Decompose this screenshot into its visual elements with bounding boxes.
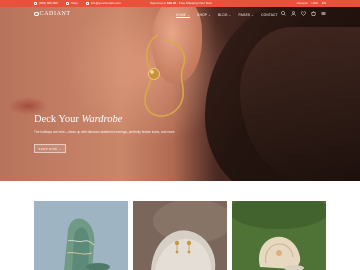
store-icon bbox=[65, 1, 69, 5]
menu-item-label: HOME bbox=[176, 12, 187, 17]
menu-item-contact[interactable]: CONTACT bbox=[261, 13, 278, 18]
hero-banner: Deck Your Wardrobe The holidays are here… bbox=[0, 7, 360, 181]
store-link[interactable]: Shop bbox=[65, 1, 78, 5]
menu-item-label: CONTACT bbox=[261, 13, 278, 17]
email-link[interactable]: info@yourdomain.com bbox=[85, 1, 121, 5]
menu-item-label: PAGES bbox=[238, 13, 251, 17]
logo-text: CADIANT bbox=[39, 11, 71, 17]
language-select[interactable]: EN bbox=[322, 1, 326, 5]
search-icon[interactable] bbox=[281, 11, 286, 16]
phone-icon bbox=[34, 1, 37, 5]
mail-icon bbox=[85, 1, 89, 5]
shop-now-button[interactable]: SHOP NOW → bbox=[34, 144, 66, 153]
user-icon[interactable] bbox=[291, 11, 296, 16]
earring-image bbox=[133, 201, 227, 270]
chevron-down-icon: ⌄ bbox=[251, 13, 255, 17]
promo-suffix: - Free Shipping Over Now bbox=[177, 1, 212, 5]
currency-select[interactable]: USD bbox=[311, 1, 317, 5]
email-text: info@yourdomain.com bbox=[90, 1, 121, 5]
menu-item-blog[interactable]: BLOG ⌄ bbox=[218, 13, 232, 18]
cart-icon[interactable] bbox=[311, 11, 316, 16]
menu-item-label: SHOP bbox=[197, 13, 208, 17]
promo-prefix: Spend up to bbox=[150, 1, 167, 5]
chevron-down-icon: ⌄ bbox=[228, 13, 232, 17]
hero-title-italic: Wardrobe bbox=[81, 114, 123, 125]
hero-image-lip bbox=[8, 97, 48, 115]
menu-item-label: BLOG bbox=[217, 13, 228, 17]
header-icons bbox=[281, 11, 326, 16]
hero-title-plain: Deck Your bbox=[34, 114, 82, 125]
main-navigation: CADIANT HOME ⌄ SHOP ⌄ BLOG ⌄ PAGES ⌄ CON… bbox=[0, 7, 360, 24]
product-card-earrings[interactable] bbox=[133, 201, 227, 270]
top-announcement-bar: (000) 000-000 Shop info@yourdomain.com S… bbox=[0, 0, 360, 7]
account-link[interactable]: Account bbox=[297, 1, 308, 5]
topbar-right: Account USD EN bbox=[297, 1, 326, 5]
shell-image bbox=[232, 201, 326, 270]
site-logo[interactable]: CADIANT bbox=[34, 11, 71, 17]
stone-image bbox=[34, 201, 128, 270]
product-card-shell[interactable] bbox=[232, 201, 326, 270]
menu-icon[interactable] bbox=[321, 11, 326, 16]
chevron-down-icon: ⌄ bbox=[208, 13, 211, 17]
hero-title: Deck Your Wardrobe bbox=[34, 114, 122, 125]
chevron-down-icon: ⌄ bbox=[187, 12, 191, 17]
product-card-stone[interactable] bbox=[34, 201, 128, 270]
store-text: Shop bbox=[70, 1, 78, 5]
main-menu: HOME ⌄ SHOP ⌄ BLOG ⌄ PAGES ⌄ CONTACT bbox=[176, 13, 278, 18]
hero-subtitle: The holidays are here—dress up with fabu… bbox=[34, 130, 176, 134]
contact-info: (000) 000-000 Shop info@yourdomain.com bbox=[34, 1, 121, 5]
menu-item-home[interactable]: HOME ⌄ bbox=[176, 12, 191, 18]
heart-icon[interactable] bbox=[301, 11, 306, 16]
menu-item-pages[interactable]: PAGES ⌄ bbox=[239, 13, 255, 18]
earring-image bbox=[144, 34, 186, 117]
menu-item-shop[interactable]: SHOP ⌄ bbox=[197, 13, 211, 18]
phone-text: (000) 000-000 bbox=[39, 1, 58, 5]
promo-highlight: $99.00 bbox=[167, 1, 177, 5]
promo-text: Spend up to $99.00 - Free Shipping Over … bbox=[150, 1, 212, 5]
phone-link[interactable]: (000) 000-000 bbox=[34, 1, 58, 5]
logo-icon bbox=[34, 11, 39, 17]
product-showcase bbox=[0, 181, 360, 270]
